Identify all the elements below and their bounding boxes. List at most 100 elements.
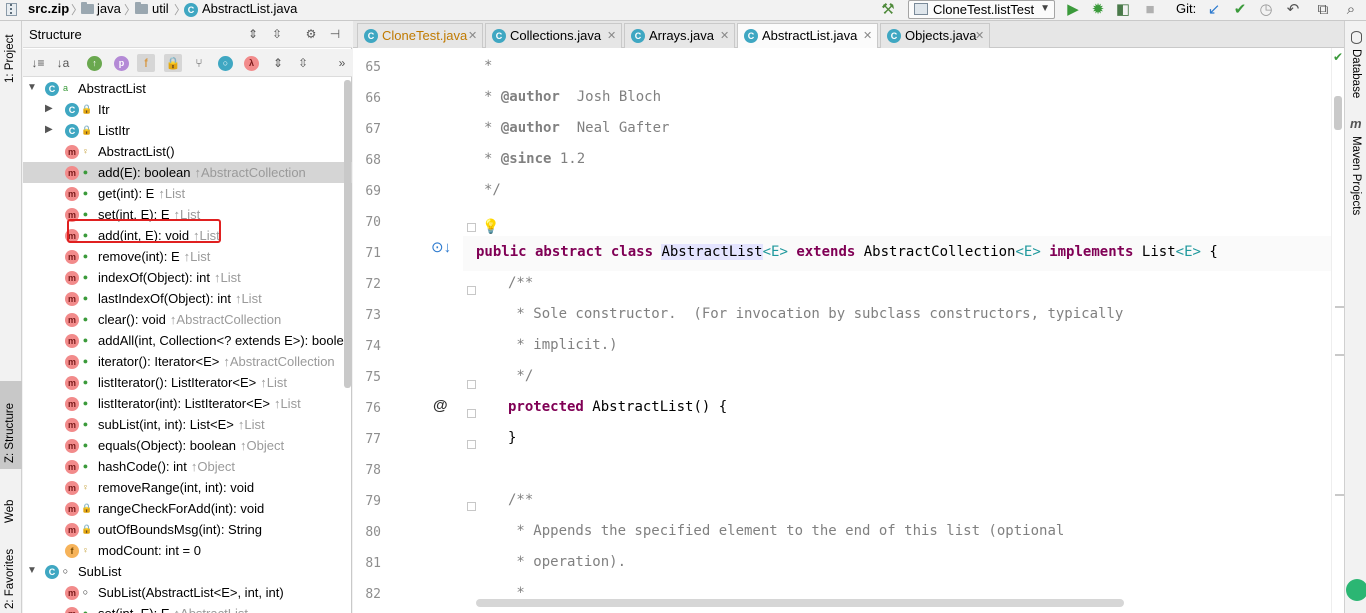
breadcrumb-src-zip[interactable]: src.zip (28, 0, 69, 20)
editor-scrollbar-thumb[interactable] (1334, 96, 1342, 130)
run-icon[interactable]: ▶ (1064, 1, 1082, 19)
autoscroll-to-source-icon[interactable]: ⇕ (269, 54, 287, 72)
code-line[interactable]: * Appends the specified element to the e… (508, 523, 1064, 539)
fold-marker-icon[interactable] (467, 440, 476, 449)
code-line[interactable]: */ (484, 182, 501, 198)
code-line[interactable]: * (508, 585, 524, 601)
autoscroll-from-source-icon[interactable]: ⇳ (294, 54, 312, 72)
editor-tab[interactable]: C AbstractList.java ✕ (737, 23, 878, 49)
code-line[interactable]: * @since 1.2 (484, 151, 585, 167)
tool-tab-project[interactable]: 1: Project (0, 21, 22, 99)
code-line[interactable]: * Sole constructor. (For invocation by s… (508, 306, 1123, 322)
marker[interactable] (1335, 306, 1344, 308)
chevron-right-icon[interactable]: ▶ (45, 102, 55, 116)
tree-item[interactable]: m ● equals(Object): boolean ↑Object (23, 435, 352, 456)
chevron-down-icon[interactable]: ▼ (27, 564, 37, 578)
tree-scrollbar-thumb[interactable] (344, 80, 351, 388)
tree-item[interactable]: m ● get(int): E ↑List (23, 183, 352, 204)
close-icon[interactable]: ✕ (863, 29, 872, 42)
chevron-down-icon[interactable]: ▼ (27, 81, 37, 95)
coverage-icon[interactable]: ◧ (1114, 1, 1132, 19)
tree-item[interactable]: m ● listIterator(): ListIterator<E> ↑List (23, 372, 352, 393)
code-line[interactable]: * (484, 58, 492, 74)
code-editor[interactable]: 65 66 67 68 69 70 71 72 73 74 75 76 77 78 79 80 81 82 ⊙↓ … (353, 48, 1344, 613)
breadcrumb-util[interactable]: util (152, 0, 169, 20)
tree-item[interactable]: m 🔒 rangeCheckForAdd(int): void (23, 498, 352, 519)
close-icon[interactable]: ✕ (720, 29, 729, 42)
expand-all-icon[interactable]: ⇕ (244, 25, 262, 43)
run-configuration-dropdown[interactable]: CloneTest.listTest ▼ (908, 0, 1055, 19)
code-line[interactable]: */ (508, 368, 533, 384)
stop-icon[interactable]: ■ (1141, 1, 1159, 19)
chevron-right-icon[interactable]: ▶ (45, 123, 55, 137)
git-update-icon[interactable]: ↙ (1205, 1, 1223, 19)
show-non-public-icon[interactable]: 🔒 (164, 54, 182, 72)
tree-item[interactable]: m ♀ AbstractList() (23, 141, 352, 162)
close-icon[interactable]: ✕ (975, 29, 984, 42)
code-line[interactable]: * implicit.) (508, 337, 617, 353)
tree-item[interactable]: ▶ C 🔒 Itr (23, 99, 352, 120)
fold-marker-icon[interactable] (467, 409, 476, 418)
marker[interactable] (1335, 494, 1344, 496)
editor-tab[interactable]: C Arrays.java ✕ (624, 23, 735, 48)
editor-tab[interactable]: C Objects.java ✕ (880, 23, 990, 48)
project-structure-icon[interactable]: ⧉ (1314, 1, 1332, 19)
breadcrumb-abstractlist[interactable]: AbstractList.java (202, 0, 297, 20)
horizontal-scrollbar[interactable] (476, 599, 1124, 607)
code-line[interactable]: * @author Neal Gafter (484, 120, 669, 136)
fold-marker-icon[interactable] (467, 223, 476, 232)
show-anonymous-icon[interactable]: ⑂ (190, 54, 208, 72)
code-line[interactable]: protected AbstractList() { (508, 399, 727, 415)
tree-item[interactable]: ▶ C 🔒 ListItr (23, 120, 352, 141)
close-icon[interactable]: ✕ (607, 29, 616, 42)
show-inherited-icon[interactable]: ↑ (87, 56, 102, 71)
close-icon[interactable]: ✕ (468, 29, 477, 42)
override-marker-icon[interactable]: ⊙↓ (431, 238, 451, 256)
tree-item[interactable]: m ● indexOf(Object): int ↑List (23, 267, 352, 288)
debug-icon[interactable]: ✹ (1089, 1, 1107, 19)
code-line[interactable]: public abstract class AbstractList<E> ex… (476, 244, 1218, 260)
tree-item[interactable]: ▼ Ca AbstractList (23, 78, 352, 99)
tree-item[interactable]: m ● remove(int): E ↑List (23, 246, 352, 267)
lightbulb-icon[interactable]: 💡 (482, 218, 499, 235)
git-commit-icon[interactable]: ✔ (1231, 1, 1249, 19)
show-properties-icon[interactable]: p (114, 56, 129, 71)
tool-tab-structure[interactable]: Z: Structure (0, 381, 22, 469)
tool-tab-favorites[interactable]: 2: Favorites (0, 541, 22, 613)
tree-item[interactable]: m ● addAll(int, Collection<? extends E>): … (23, 330, 352, 351)
code-line[interactable]: } (508, 430, 516, 446)
sort-alphabetically-icon[interactable]: ↓a (54, 54, 72, 72)
lambda-icon[interactable]: λ (244, 56, 259, 71)
more-options-icon[interactable]: » (333, 54, 351, 72)
git-revert-icon[interactable]: ↶ (1284, 1, 1302, 19)
fold-marker-icon[interactable] (467, 380, 476, 389)
marker[interactable] (1335, 354, 1344, 356)
fold-marker-icon[interactable] (467, 502, 476, 511)
fold-marker-icon[interactable] (467, 286, 476, 295)
sort-by-visibility-icon[interactable]: ↓≡ (29, 54, 47, 72)
tree-item[interactable]: m ○ SubList(AbstractList<E>, int, int) (23, 582, 352, 603)
tree-item[interactable]: ▼ C ○ SubList (23, 561, 352, 582)
build-hammer-icon[interactable]: ⚒ (879, 1, 897, 19)
gear-icon[interactable]: ⚙ (302, 25, 320, 43)
collapse-all-icon[interactable]: ⇳ (268, 25, 286, 43)
editor-tab[interactable]: C CloneTest.java ✕ (357, 23, 483, 48)
tree-item[interactable]: m ♀ removeRange(int, int): void (23, 477, 352, 498)
editor-tab[interactable]: C Collections.java ✕ (485, 23, 622, 48)
show-lambdas-icon[interactable]: ○ (218, 56, 233, 71)
tree-item[interactable]: m ● add(E): boolean ↑AbstractCollection (23, 162, 352, 183)
hide-panel-icon[interactable]: ⊣ (326, 25, 344, 43)
git-history-icon[interactable]: ◷ (1257, 1, 1275, 19)
tree-item[interactable]: m 🔒 outOfBoundsMsg(int): String (23, 519, 352, 540)
code-line[interactable]: /** (508, 492, 533, 508)
tree-item[interactable]: m ● lastIndexOf(Object): int ↑List (23, 288, 352, 309)
tree-item[interactable]: m ● listIterator(int): ListIterator<E> ↑Lis… (23, 393, 352, 414)
tool-tab-database[interactable]: Database (1350, 49, 1362, 98)
breadcrumb-java[interactable]: java (97, 0, 121, 20)
search-everywhere-icon[interactable]: ⌕ (1342, 1, 1360, 19)
assistant-icon[interactable] (1346, 579, 1366, 601)
code-line[interactable]: /** (508, 275, 533, 291)
tree-item[interactable]: m ● clear(): void ↑AbstractCollection (23, 309, 352, 330)
show-fields-icon[interactable]: f (137, 54, 155, 72)
code-line[interactable]: * operation). (508, 554, 626, 570)
